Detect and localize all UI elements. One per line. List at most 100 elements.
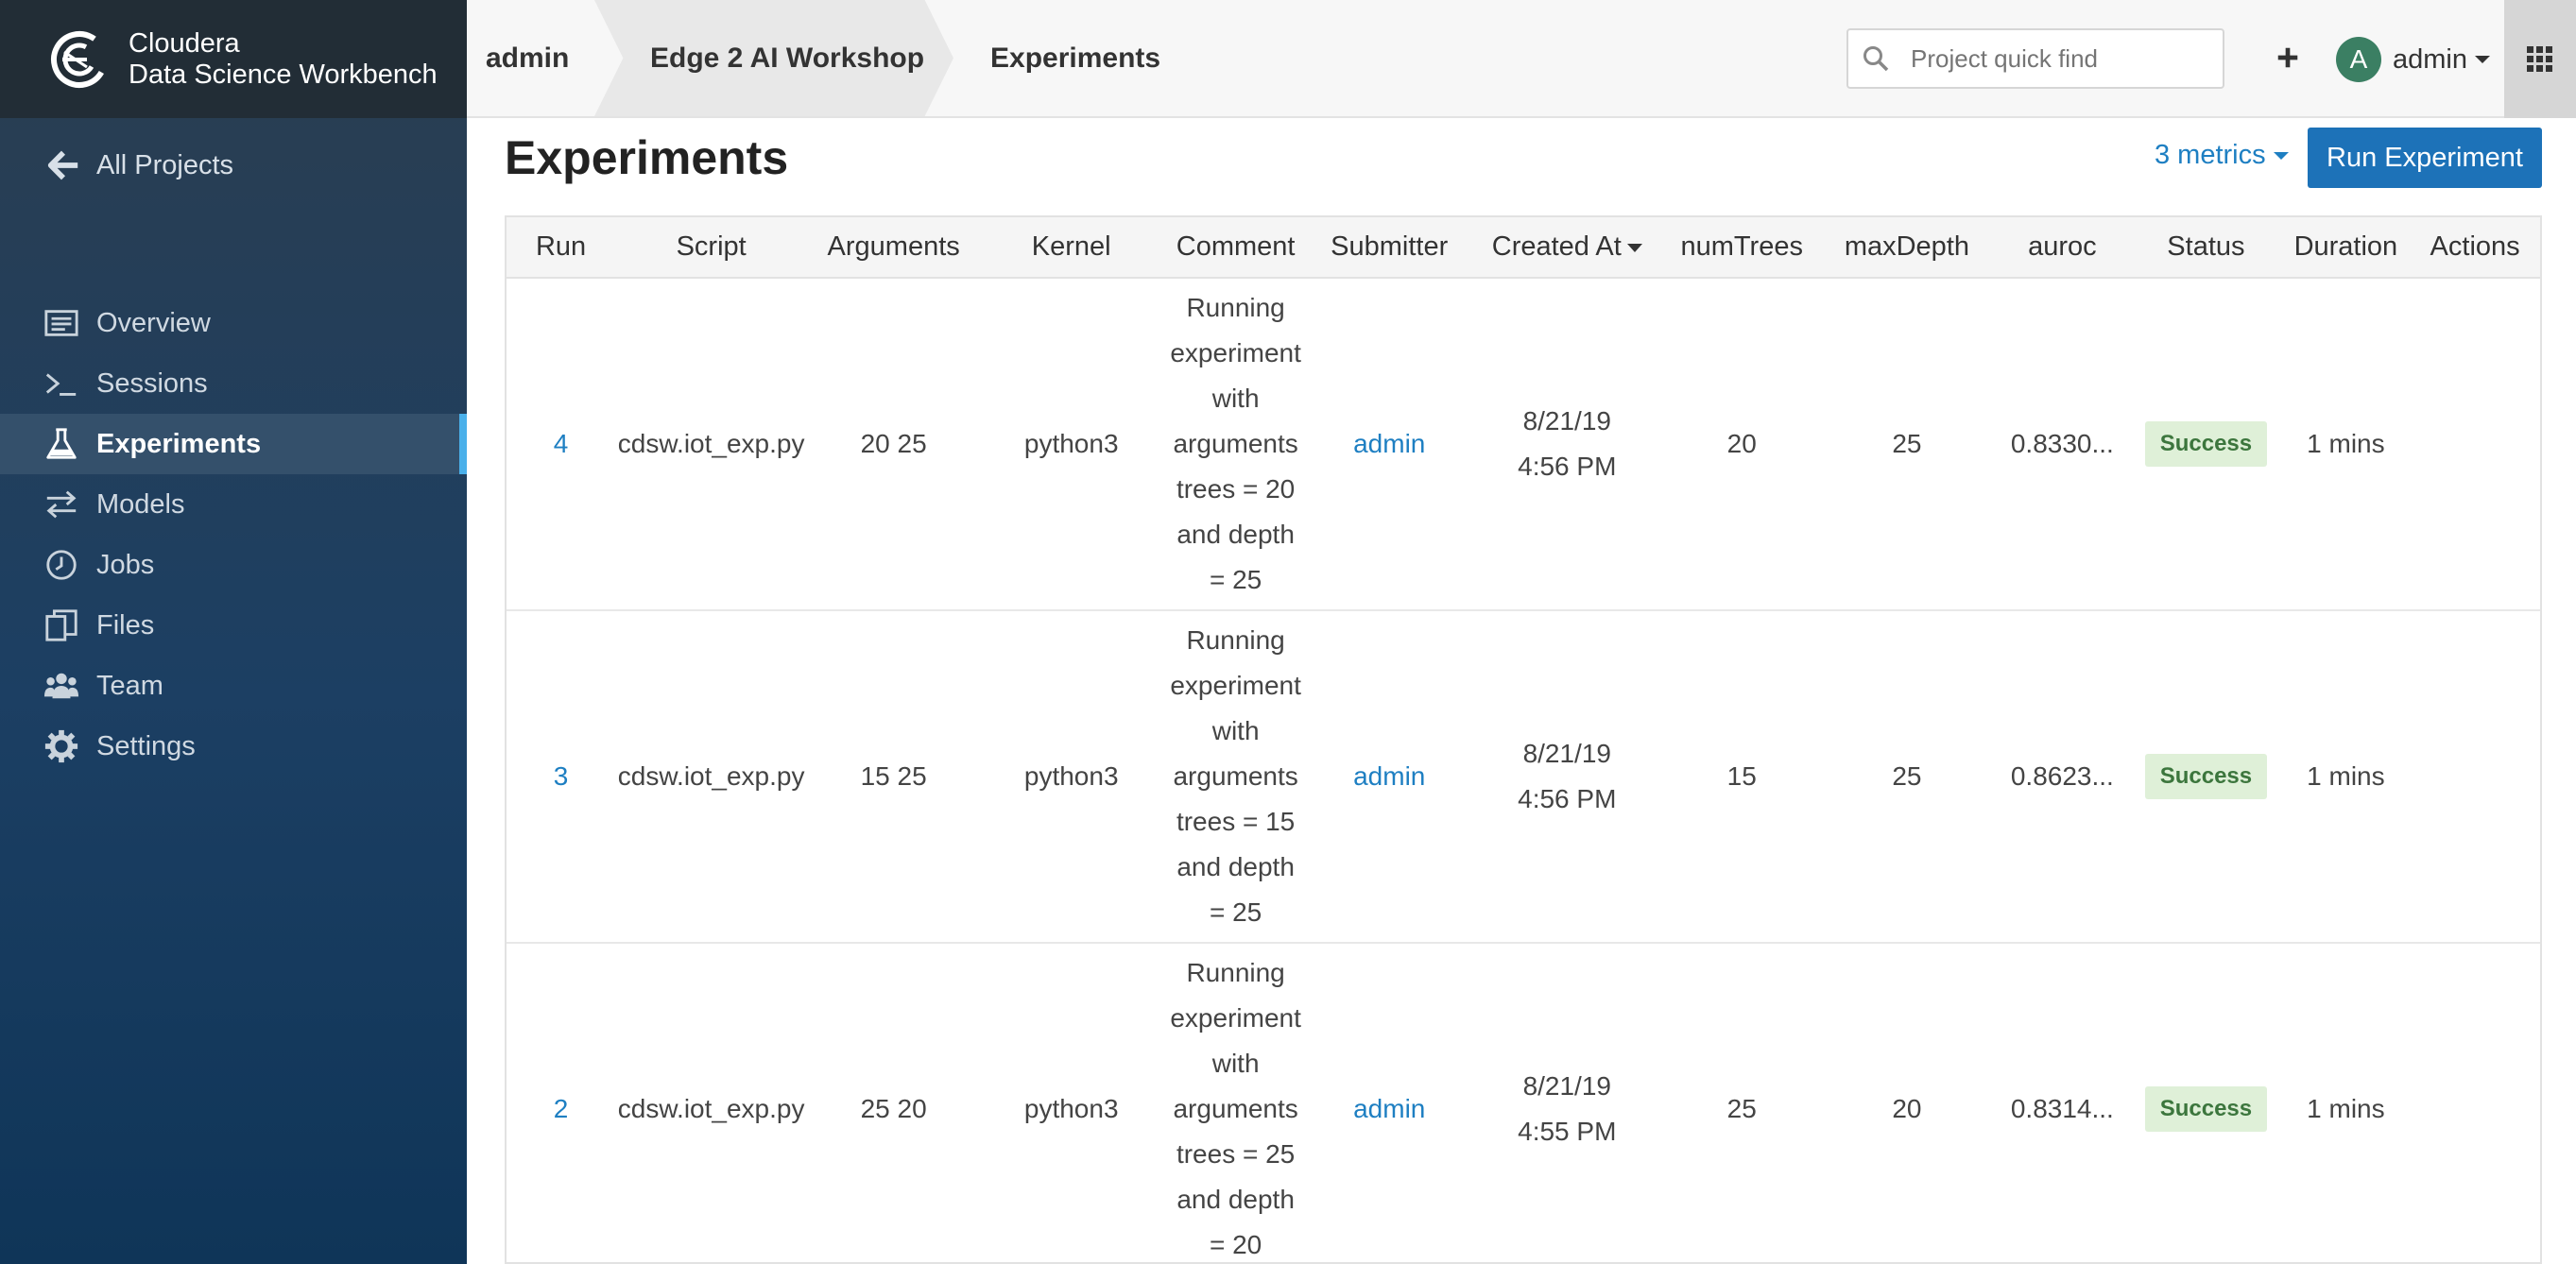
all-projects-link[interactable]: All Projects [0, 118, 467, 213]
run-cell[interactable]: 2 [507, 943, 616, 1262]
column-header-run[interactable]: Run [507, 217, 616, 279]
created-at-cell: 8/21/19 4:55 PM [1469, 943, 1665, 1262]
sidebar: Cloudera Data Science Workbench All Proj… [0, 0, 467, 1264]
duration-cell: 1 mins [2281, 278, 2411, 611]
table-row: 3 cdsw.iot_exp.py 15 25 python3 Running … [507, 610, 2540, 944]
kernel-cell: python3 [980, 943, 1163, 1262]
sidebar-item-files[interactable]: Files [0, 595, 467, 656]
sidebar-item-models[interactable]: Models [0, 474, 467, 535]
column-header-submitter[interactable]: Submitter [1308, 217, 1470, 279]
sidebar-item-label: Sessions [96, 367, 208, 399]
brand[interactable]: Cloudera Data Science Workbench [0, 0, 467, 118]
column-header-kernel[interactable]: Kernel [980, 217, 1163, 279]
column-header-numtrees[interactable]: numTrees [1664, 217, 1820, 279]
column-header-status[interactable]: Status [2130, 217, 2282, 279]
chevron-down-icon [2273, 151, 2289, 160]
arrow-left-icon [47, 150, 78, 180]
table-row: 4 cdsw.iot_exp.py 20 25 python3 Running … [507, 278, 2540, 611]
gear-icon [42, 726, 81, 766]
sidebar-item-label: Files [96, 609, 155, 641]
status-cell: Success [2130, 943, 2282, 1262]
auroc-cell: 0.8623... [1994, 610, 2131, 944]
created-time: 4:55 PM [1518, 1117, 1617, 1146]
page-title: Experiments [505, 131, 789, 184]
metrics-label: 3 metrics [2155, 140, 2266, 170]
run-cell[interactable]: 3 [507, 610, 616, 944]
column-header-auroc[interactable]: auroc [1994, 217, 2131, 279]
created-time: 4:56 PM [1518, 452, 1617, 481]
created-date: 8/21/19 [1522, 406, 1611, 436]
status-badge: Success [2144, 1086, 2268, 1132]
script-cell: cdsw.iot_exp.py [615, 610, 808, 944]
submitter-cell: admin [1308, 278, 1470, 611]
overview-icon [42, 303, 81, 343]
arguments-cell: 20 25 [807, 278, 981, 611]
column-header-created-at[interactable]: Created At [1469, 217, 1665, 279]
actions-cell [2410, 943, 2540, 1262]
arguments-cell: 15 25 [807, 610, 981, 944]
sidebar-item-team[interactable]: Team [0, 656, 467, 716]
duration-cell: 1 mins [2281, 610, 2411, 944]
sidebar-item-sessions[interactable]: Sessions [0, 353, 467, 414]
top-bar: admin Edge 2 AI Workshop Experiments A a… [467, 0, 2576, 118]
column-header-duration[interactable]: Duration [2281, 217, 2411, 279]
brand-product: Data Science Workbench [129, 59, 438, 90]
user-menu[interactable]: A admin [2336, 36, 2490, 83]
numtrees-cell: 25 [1664, 943, 1820, 1262]
column-header-comment[interactable]: Comment [1162, 217, 1309, 279]
breadcrumb-current-page: Experiments [990, 42, 1161, 74]
sidebar-item-label: Models [96, 488, 185, 520]
team-icon [42, 666, 81, 706]
kernel-cell: python3 [980, 278, 1163, 611]
status-badge: Success [2144, 754, 2268, 799]
metrics-dropdown[interactable]: 3 metrics [2155, 140, 2289, 171]
breadcrumb-user[interactable]: admin [486, 0, 569, 116]
created-date: 8/21/19 [1522, 739, 1611, 768]
app-launcher-button[interactable] [2504, 0, 2576, 118]
search-icon [1863, 46, 1889, 72]
run-link[interactable]: 4 [554, 429, 569, 458]
comment-cell: Running experiment with arguments trees … [1162, 278, 1309, 611]
sidebar-item-overview[interactable]: Overview [0, 293, 467, 353]
brand-name: Cloudera [129, 27, 240, 59]
flask-icon [42, 424, 81, 464]
sidebar-item-settings[interactable]: Settings [0, 716, 467, 777]
run-cell[interactable]: 4 [507, 278, 616, 611]
maxdepth-cell: 20 [1819, 943, 1995, 1262]
sidebar-item-experiments[interactable]: Experiments [0, 414, 467, 474]
actions-cell [2410, 278, 2540, 611]
column-header-arguments[interactable]: Arguments [807, 217, 981, 279]
submitter-cell: admin [1308, 610, 1470, 944]
add-button[interactable] [2264, 34, 2311, 81]
search-input[interactable] [1911, 43, 2213, 74]
auroc-cell: 0.8330... [1994, 278, 2131, 611]
numtrees-cell: 15 [1664, 610, 1820, 944]
project-nav: Overview Sessions Experiments Models Job… [0, 293, 467, 777]
comment-cell: Running experiment with arguments trees … [1162, 610, 1309, 944]
kernel-cell: python3 [980, 610, 1163, 944]
duration-cell: 1 mins [2281, 943, 2411, 1262]
sidebar-item-label: Team [96, 670, 163, 701]
submitter-link[interactable]: admin [1353, 761, 1425, 791]
avatar: A [2336, 37, 2381, 82]
files-icon [42, 606, 81, 645]
submitter-link[interactable]: admin [1353, 1094, 1425, 1123]
sidebar-item-label: Experiments [96, 428, 262, 459]
actions-cell [2410, 610, 2540, 944]
run-experiment-button[interactable]: Run Experiment [2308, 128, 2542, 188]
sidebar-item-jobs[interactable]: Jobs [0, 535, 467, 595]
maxdepth-cell: 25 [1819, 278, 1995, 611]
submitter-link[interactable]: admin [1353, 429, 1425, 458]
experiments-table: Run Script Arguments Kernel Comment Subm… [505, 215, 2542, 1264]
script-cell: cdsw.iot_exp.py [615, 278, 808, 611]
run-link[interactable]: 3 [554, 761, 569, 791]
numtrees-cell: 20 [1664, 278, 1820, 611]
breadcrumb-project[interactable]: Edge 2 AI Workshop [650, 0, 924, 116]
sidebar-item-label: Jobs [96, 549, 155, 580]
project-search[interactable] [1846, 28, 2224, 89]
column-header-script[interactable]: Script [615, 217, 808, 279]
column-header-maxdepth[interactable]: maxDepth [1819, 217, 1995, 279]
created-at-label: Created At [1491, 231, 1622, 262]
run-link[interactable]: 2 [554, 1094, 569, 1123]
created-at-cell: 8/21/19 4:56 PM [1469, 610, 1665, 944]
